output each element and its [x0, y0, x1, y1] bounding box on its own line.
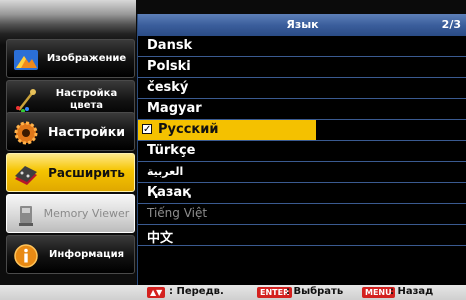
language-option[interactable]: Türkçe [138, 141, 466, 162]
language-option-selected[interactable]: ✓ Русский [138, 120, 466, 141]
sidebar-item-label: Настройки [47, 123, 126, 139]
back-hint: : Назад [390, 286, 434, 297]
panel-title: Язык [286, 18, 319, 31]
language-option[interactable]: český [138, 78, 466, 99]
language-panel: Язык 2/3 Dansk Polski český Magyar ✓ Рус… [137, 14, 466, 285]
memory-card-icon [19, 206, 33, 226]
arrow-keys-icon: ▲▼ [147, 287, 166, 298]
sidebar-item-info[interactable]: Информация [6, 235, 135, 274]
sidebar-item-label: Memory Viewer [43, 206, 130, 220]
language-option[interactable]: العربية [138, 162, 466, 183]
move-hint: : Передв. [169, 286, 224, 297]
info-icon [14, 244, 38, 268]
color-adjust-icon [16, 89, 36, 113]
language-option[interactable]: Қазақ [138, 183, 466, 204]
sidebar-item-label: Информация [49, 248, 124, 260]
page-indicator: 2/3 [441, 18, 461, 31]
sidebar-item-label: Изображение [46, 52, 127, 64]
language-option[interactable]: Dansk [138, 36, 466, 57]
check-icon: ✓ [142, 124, 152, 135]
panel-header: Язык 2/3 [138, 14, 466, 36]
select-hint: : Выбрать [286, 286, 344, 297]
language-option[interactable]: 中文 [138, 225, 466, 246]
language-option[interactable]: Polski [138, 57, 466, 78]
empty-row [138, 246, 466, 285]
sidebar-item-expand[interactable]: Расширить [6, 153, 135, 192]
sidebar-item-image[interactable]: Изображение [6, 39, 135, 78]
image-icon [14, 50, 38, 70]
sidebar-item-memory-viewer[interactable]: Memory Viewer [6, 194, 135, 233]
sidebar-item-label: Расширить [48, 165, 125, 180]
footer-help-bar: ▲▼ : Передв. ENTER : Выбрать MENU : Наза… [0, 285, 466, 300]
language-option[interactable]: Magyar [138, 99, 466, 120]
settings-icon [14, 121, 38, 145]
sidebar: Изображение Настройка цвета Настройки Ра… [0, 0, 136, 285]
sidebar-item-settings[interactable]: Настройки [6, 112, 135, 151]
language-option[interactable]: Tiếng Việt [138, 204, 466, 225]
expand-icon [15, 166, 37, 185]
